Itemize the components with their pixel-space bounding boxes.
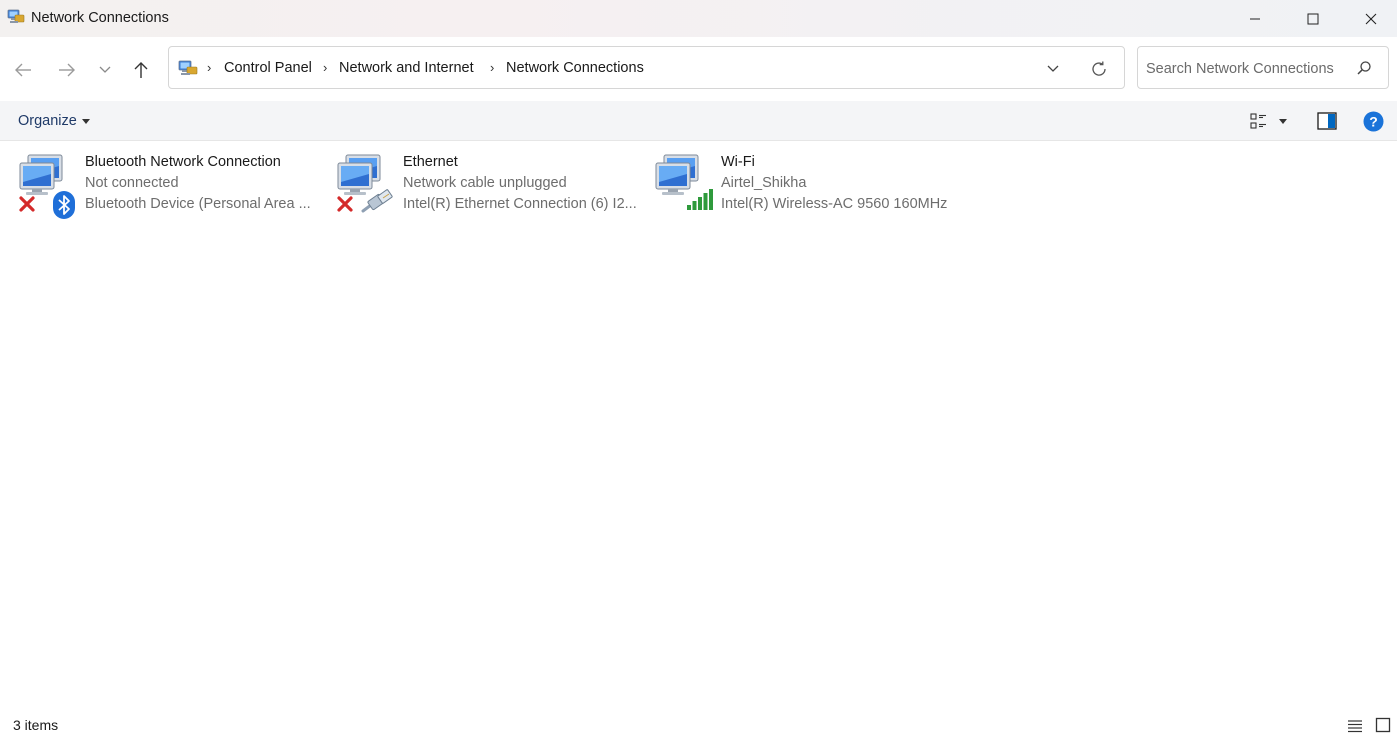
search-box[interactable] (1137, 46, 1389, 89)
arrow-left-icon (15, 63, 31, 77)
ethernet-cable-icon (361, 189, 393, 213)
connection-name: Bluetooth Network Connection (85, 154, 281, 170)
minimize-button[interactable] (1226, 0, 1284, 37)
address-bar[interactable]: › Control Panel › Network and Internet ›… (168, 46, 1125, 89)
preview-pane-icon[interactable] (1317, 112, 1337, 130)
close-button[interactable] (1342, 0, 1397, 37)
network-connections-app-icon (7, 9, 25, 23)
connection-tile-bluetooth[interactable]: Bluetooth Network Connection Not connect… (18, 149, 328, 219)
details-view-icon[interactable] (1347, 718, 1363, 734)
connection-status: Airtel_Shikha (721, 175, 807, 191)
red-x-icon (337, 196, 353, 212)
window-title: Network Connections (31, 10, 169, 26)
connection-device: Intel(R) Ethernet Connection (6) I2... (403, 196, 637, 212)
maximize-icon (1307, 13, 1319, 24)
connections-list: Bluetooth Network Connection Not connect… (0, 141, 1397, 711)
connection-tile-wifi[interactable]: Wi-Fi Airtel_Shikha Intel(R) Wireless-AC… (654, 149, 964, 219)
connection-device: Intel(R) Wireless-AC 9560 160MHz (721, 196, 948, 212)
caret-down-icon (81, 118, 90, 124)
red-x-icon (19, 196, 35, 212)
item-count: 3 items (13, 717, 59, 733)
title-bar: Network Connections (0, 0, 1397, 37)
breadcrumb-control-panel[interactable]: Control Panel (224, 60, 312, 76)
view-options-caret-icon[interactable] (1279, 119, 1287, 124)
refresh-icon (1092, 61, 1106, 76)
address-history-dropdown[interactable] (1043, 59, 1063, 79)
change-view-icon[interactable] (1249, 111, 1269, 131)
navigation-bar: › Control Panel › Network and Internet ›… (0, 37, 1397, 101)
organize-label: Organize (18, 113, 77, 129)
maximize-button[interactable] (1284, 0, 1342, 37)
organize-menu-button[interactable]: Organize (18, 113, 90, 129)
chevron-down-icon (1047, 65, 1059, 72)
wifi-signal-bars-icon (687, 189, 713, 210)
breadcrumb-separator[interactable]: › (207, 60, 211, 75)
forward-button[interactable] (54, 57, 80, 83)
large-icons-view-icon[interactable] (1375, 717, 1391, 733)
connection-tile-ethernet[interactable]: Ethernet Network cable unplugged Intel(R… (336, 149, 646, 219)
breadcrumb-network-connections[interactable]: Network Connections (506, 60, 644, 76)
recent-locations-button[interactable] (92, 57, 118, 83)
bluetooth-icon (53, 191, 75, 219)
refresh-button[interactable] (1088, 58, 1110, 80)
connection-device: Bluetooth Device (Personal Area ... (85, 196, 311, 212)
connection-status: Network cable unplugged (403, 175, 567, 191)
breadcrumb-separator[interactable]: › (323, 60, 327, 75)
minimize-icon (1250, 18, 1260, 19)
control-panel-network-icon (178, 60, 198, 75)
help-label: ? (1369, 114, 1378, 130)
connection-name: Ethernet (403, 154, 458, 170)
search-input[interactable] (1146, 59, 1346, 79)
chevron-down-icon (99, 66, 111, 73)
arrow-right-icon (59, 63, 75, 77)
help-icon[interactable]: ? (1363, 111, 1384, 132)
arrow-up-icon (134, 62, 148, 78)
search-icon[interactable] (1356, 60, 1372, 76)
back-button[interactable] (10, 57, 36, 83)
status-bar: 3 items (0, 711, 1397, 733)
up-button[interactable] (128, 57, 154, 83)
command-bar: Organize ? (0, 101, 1397, 141)
connection-name: Wi-Fi (721, 154, 755, 170)
breadcrumb-separator[interactable]: › (490, 60, 494, 75)
breadcrumb-network-and-internet[interactable]: Network and Internet (339, 60, 474, 76)
close-icon (1365, 13, 1377, 24)
connection-status: Not connected (85, 175, 179, 191)
